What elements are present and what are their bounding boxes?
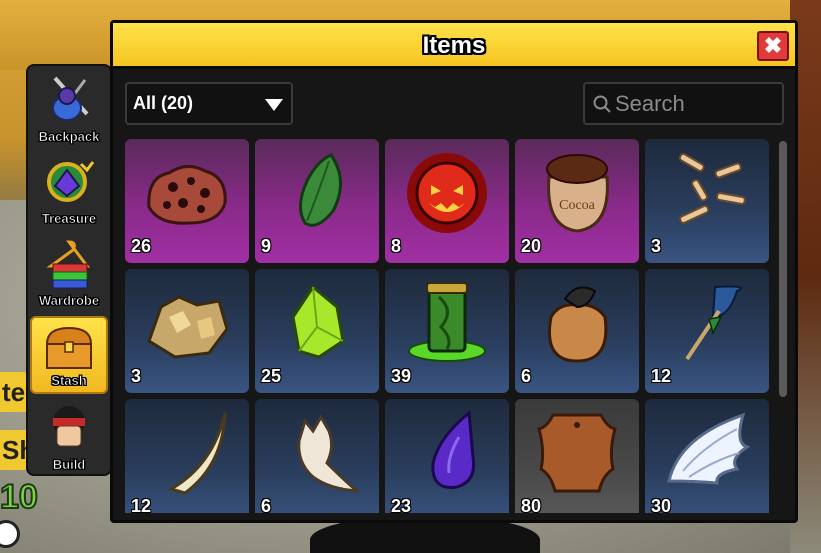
item-slot-bones[interactable]: 3 <box>645 139 769 263</box>
nav-treasure-label: Treasure <box>41 211 97 227</box>
item-quantity: 23 <box>391 496 412 513</box>
nav-stash-label: Stash <box>51 373 87 389</box>
nav-wardrobe-label: Wardrobe <box>38 293 100 309</box>
claw-icon <box>297 413 362 493</box>
item-quantity: 26 <box>131 236 152 256</box>
item-grid: 26 9 8 Cocoa 20 3 3 25 39 6 12 12 6 23 8… <box>125 139 773 513</box>
cloth-sack-icon <box>548 286 608 363</box>
item-slot-angel-wing[interactable]: 30 <box>645 399 769 513</box>
item-slot-fang[interactable]: 12 <box>125 399 249 513</box>
stash-chest-icon <box>45 326 93 369</box>
item-quantity: 30 <box>651 496 672 513</box>
item-quantity: 6 <box>261 496 272 513</box>
nav-build-label: Build <box>52 457 86 473</box>
item-slot-leaf[interactable]: 9 <box>255 139 379 263</box>
item-slot-cloth-sack[interactable]: 6 <box>515 269 639 393</box>
background-counter: 10 <box>0 477 39 517</box>
nav-stash[interactable]: Stash <box>30 316 108 394</box>
leaf-icon <box>299 153 342 227</box>
item-slot-pumpkin-face[interactable]: 8 <box>385 139 509 263</box>
build-avatar-icon <box>53 406 85 447</box>
item-quantity: 3 <box>651 236 662 256</box>
item-slot-gold-ore[interactable]: 3 <box>125 269 249 393</box>
item-quantity: 80 <box>521 496 542 513</box>
item-slot-slime-jar[interactable]: 39 <box>385 269 509 393</box>
item-quantity: 6 <box>521 366 532 386</box>
item-slot-leather[interactable]: 80 <box>515 399 639 513</box>
wardrobe-icon <box>46 240 90 289</box>
angel-wing-icon <box>667 412 751 485</box>
item-quantity: 3 <box>131 366 142 386</box>
search-icon <box>593 95 611 113</box>
cocoa-sack-icon: Cocoa <box>546 154 609 233</box>
nav-backpack-label: Backpack <box>38 129 100 145</box>
grid-scrollbar[interactable] <box>779 141 787 397</box>
window-title: Items <box>422 32 486 59</box>
nav-wardrobe[interactable]: Wardrobe <box>30 234 108 312</box>
bones-icon <box>678 153 746 224</box>
item-quantity: 39 <box>391 366 412 386</box>
backpack-icon <box>52 76 89 121</box>
item-slot-green-crystal[interactable]: 25 <box>255 269 379 393</box>
feather-arrow-icon <box>685 285 742 361</box>
leather-icon <box>537 413 617 493</box>
lava-rock-icon <box>147 165 227 225</box>
item-slot-cocoa-sack[interactable]: Cocoa 20 <box>515 139 639 263</box>
item-quantity: 12 <box>651 366 672 386</box>
nav-build[interactable]: Build <box>30 398 108 476</box>
item-slot-claw[interactable]: 6 <box>255 399 379 513</box>
item-quantity: 12 <box>131 496 152 513</box>
slime-jar-icon <box>408 282 486 362</box>
category-filter-dropdown[interactable]: All (20) <box>125 82 293 125</box>
pumpkin-face-icon <box>407 153 487 233</box>
inventory-sidenav: Backpack Treasure Wardrobe Stash Build <box>26 64 112 476</box>
item-slot-feather-arrow[interactable]: 12 <box>645 269 769 393</box>
nav-treasure[interactable]: Treasure <box>30 152 108 230</box>
item-quantity: 9 <box>261 236 272 256</box>
dark-drop-icon <box>431 410 476 489</box>
item-quantity: 8 <box>391 236 402 256</box>
items-window: Items ✖ All (20) 26 9 <box>110 20 798 523</box>
treasure-icon <box>47 161 95 202</box>
item-quantity: 20 <box>521 236 542 256</box>
search-box[interactable] <box>583 82 784 125</box>
search-input[interactable] <box>615 90 775 118</box>
nav-backpack[interactable]: Backpack <box>30 70 108 148</box>
green-crystal-icon <box>291 284 345 359</box>
gold-ore-icon <box>147 295 229 359</box>
item-slot-lava-rock[interactable]: 26 <box>125 139 249 263</box>
svg-text:Cocoa: Cocoa <box>559 198 596 213</box>
filter-selected-value: All (20) <box>133 93 194 113</box>
item-quantity: 25 <box>261 366 282 386</box>
close-button[interactable]: ✖ <box>757 31 789 61</box>
fang-icon <box>167 412 227 495</box>
chevron-down-icon <box>265 99 283 111</box>
window-titlebar: Items ✖ <box>113 23 795 69</box>
item-slot-dark-drop[interactable]: 23 <box>385 399 509 513</box>
